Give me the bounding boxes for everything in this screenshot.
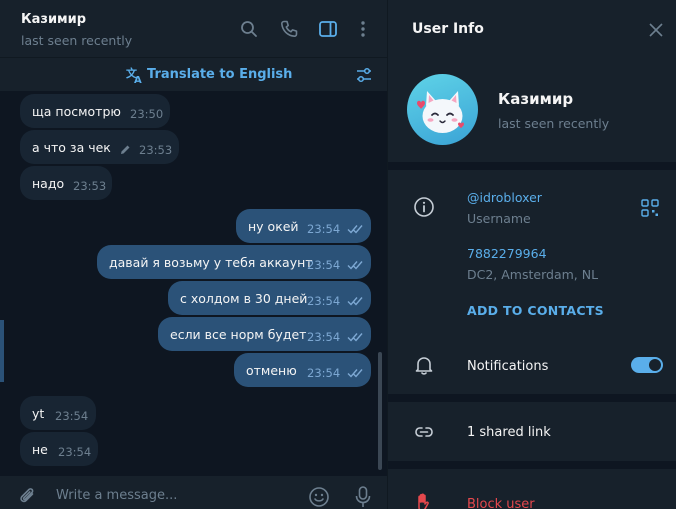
phone-label: DC2, Amsterdam, NL <box>467 267 599 282</box>
message-text: ща посмотрю <box>32 104 121 119</box>
phone-value[interactable]: 7882279964 <box>467 246 547 261</box>
message-time: 23:54 <box>55 409 89 423</box>
toggle-knob <box>649 359 661 371</box>
message-outgoing[interactable]: давай я возьму у тебя аккаунт 23:54 <box>97 245 371 279</box>
translate-settings-icon[interactable] <box>355 66 373 84</box>
more-vertical-icon[interactable] <box>353 19 373 39</box>
svg-text:A: A <box>134 75 142 84</box>
translate-icon[interactable]: 文A <box>126 66 144 86</box>
message-incoming[interactable]: ща посмотрю 23:50 <box>20 94 170 128</box>
chat-panel: Казимир last seen recently 文A Translate … <box>0 0 387 509</box>
read-double-check-icon <box>347 295 363 306</box>
phone-icon[interactable] <box>279 19 299 39</box>
translate-button[interactable]: Translate to English <box>147 67 292 82</box>
message-text: если все норм будет <box>170 327 307 342</box>
message-composer: Write a message... <box>0 476 387 509</box>
message-text: отменю <box>246 363 297 378</box>
message-outgoing[interactable]: отменю 23:54 <box>234 353 371 387</box>
message-incoming[interactable]: yt 23:54 <box>20 396 96 430</box>
profile-name: Казимир <box>498 90 574 108</box>
search-icon[interactable] <box>239 19 259 39</box>
message-input[interactable]: Write a message... <box>56 488 177 503</box>
section-divider <box>388 461 676 469</box>
panel-title: User Info <box>412 21 484 37</box>
username-label: Username <box>467 211 531 226</box>
translate-bar: 文A Translate to English <box>0 58 387 92</box>
block-hand-icon <box>413 492 435 509</box>
emoji-icon[interactable] <box>308 486 330 508</box>
message-time: 23:54 <box>307 330 341 344</box>
section-divider <box>388 162 676 170</box>
message-incoming[interactable]: надо 23:53 <box>20 166 112 200</box>
message-time: 23:54 <box>307 222 341 236</box>
qr-code-icon[interactable] <box>641 199 659 217</box>
message-text: надо <box>32 176 65 191</box>
message-text: не <box>32 442 48 457</box>
read-double-check-icon <box>347 331 363 342</box>
notifications-toggle[interactable] <box>631 357 663 373</box>
message-time: 23:50 <box>130 107 164 121</box>
add-to-contacts-button[interactable]: ADD TO CONTACTS <box>467 303 604 318</box>
message-time: 23:53 <box>139 143 173 157</box>
message-text: yt <box>32 406 45 421</box>
chat-header[interactable]: Казимир last seen recently <box>0 0 387 58</box>
message-time: 23:54 <box>307 258 341 272</box>
read-double-check-icon <box>347 259 363 270</box>
message-text: давай я возьму у тебя аккаунт <box>109 255 313 270</box>
sidebar-toggle-icon[interactable] <box>318 19 338 39</box>
edited-pencil-icon <box>120 144 131 155</box>
message-outgoing[interactable]: с холдом в 30 дней 23:54 <box>168 281 371 315</box>
message-text: а что за чек <box>32 140 111 155</box>
avatar[interactable] <box>407 74 478 145</box>
read-double-check-icon <box>347 367 363 378</box>
chat-contact-name[interactable]: Казимир <box>21 12 86 27</box>
link-icon <box>413 421 435 443</box>
section-divider <box>388 394 676 402</box>
username-value[interactable]: @idrobloxer <box>467 190 542 205</box>
message-outgoing[interactable]: если все норм будет 23:54 <box>158 317 371 351</box>
info-icon <box>413 196 435 218</box>
message-time: 23:54 <box>307 366 341 380</box>
message-incoming[interactable]: не 23:54 <box>20 432 98 466</box>
message-outgoing[interactable]: ну окей 23:54 <box>236 209 371 243</box>
bell-icon <box>413 354 435 376</box>
message-time: 23:54 <box>307 294 341 308</box>
shared-links-item[interactable]: 1 shared link <box>467 425 551 440</box>
notifications-label: Notifications <box>467 359 549 374</box>
chat-scrollbar[interactable] <box>378 352 382 470</box>
message-text: с холдом в 30 дней <box>180 291 308 306</box>
message-time: 23:54 <box>58 445 92 459</box>
block-user-button[interactable]: Block user <box>467 497 535 509</box>
attach-paperclip-icon[interactable] <box>17 486 39 508</box>
profile-status: last seen recently <box>498 116 610 131</box>
chat-contact-status: last seen recently <box>21 33 133 48</box>
message-incoming[interactable]: а что за чек 23:53 <box>20 130 179 164</box>
user-info-panel: User Info Казимир last seen recently @id… <box>387 0 676 509</box>
close-icon[interactable] <box>649 23 663 37</box>
microphone-icon[interactable] <box>352 485 374 509</box>
read-double-check-icon <box>347 223 363 234</box>
message-time: 23:53 <box>73 179 107 193</box>
active-chat-indicator <box>0 320 4 382</box>
message-text: ну окей <box>248 219 299 234</box>
